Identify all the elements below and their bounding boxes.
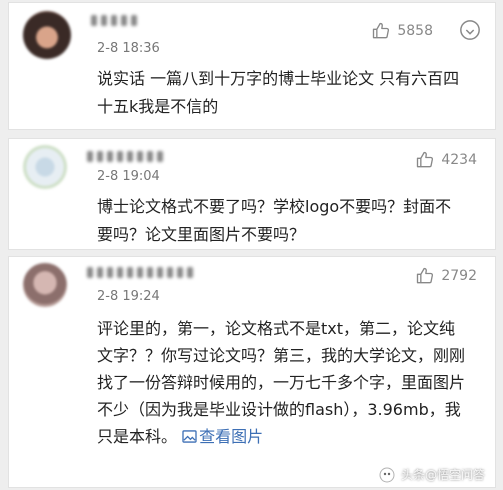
- comment-time: 2-8 19:24: [97, 289, 160, 304]
- thumbs-up-icon: [417, 267, 434, 284]
- watermark: 头条@悟空问答: [379, 466, 485, 483]
- comment-body: 评论里的，第一，论文格式不是txt，第二，论文纯文字？？你写过论文吗？第三，我的…: [97, 319, 466, 446]
- watermark-text: 头条@悟空问答: [400, 468, 485, 482]
- share-icon[interactable]: [459, 19, 481, 41]
- like-button[interactable]: 4234: [415, 150, 477, 170]
- like-button[interactable]: 2792: [415, 266, 477, 286]
- like-count: 2792: [441, 268, 477, 284]
- comment-text: 说实话 一篇八到十万字的博士毕业论文 只有六百四十五k我是不信的: [97, 69, 460, 116]
- username[interactable]: [87, 149, 163, 163]
- image-icon: [182, 430, 197, 443]
- comment-time: 2-8 19:04: [97, 169, 160, 184]
- thumbs-up-icon: [417, 151, 434, 168]
- like-count: 4234: [441, 152, 477, 168]
- username[interactable]: [91, 13, 137, 27]
- username[interactable]: [87, 265, 193, 279]
- like-button[interactable]: 5858: [371, 21, 433, 41]
- comment-text: 博士论文格式不要了吗？学校logo不要吗？封面不要吗？论文里面图片不要吗？: [97, 197, 452, 244]
- avatar[interactable]: [23, 145, 67, 189]
- comment-card: 2-8 19:24 2792 评论里的，第一，论文格式不是txt，第二，论文纯文…: [8, 256, 496, 488]
- view-image-label: 查看图片: [199, 427, 264, 446]
- like-count: 5858: [397, 23, 433, 39]
- view-image-link[interactable]: 查看图片: [182, 427, 263, 446]
- thumbs-up-icon: [373, 22, 390, 39]
- comment-card: 2-8 19:04 4234 博士论文格式不要了吗？学校logo不要吗？封面不要…: [8, 138, 496, 250]
- comment-time: 2-8 18:36: [97, 41, 160, 56]
- comment-card: 2-8 18:36 5858 说实话 一篇八到十万字的博士毕业论文 只有六百四十…: [8, 2, 496, 130]
- wukong-logo-icon: [379, 467, 395, 482]
- comment-text: 评论里的，第一，论文格式不是txt，第二，论文纯文字？？你写过论文吗？第三，我的…: [97, 315, 467, 450]
- avatar[interactable]: [23, 263, 67, 307]
- avatar[interactable]: [23, 11, 71, 59]
